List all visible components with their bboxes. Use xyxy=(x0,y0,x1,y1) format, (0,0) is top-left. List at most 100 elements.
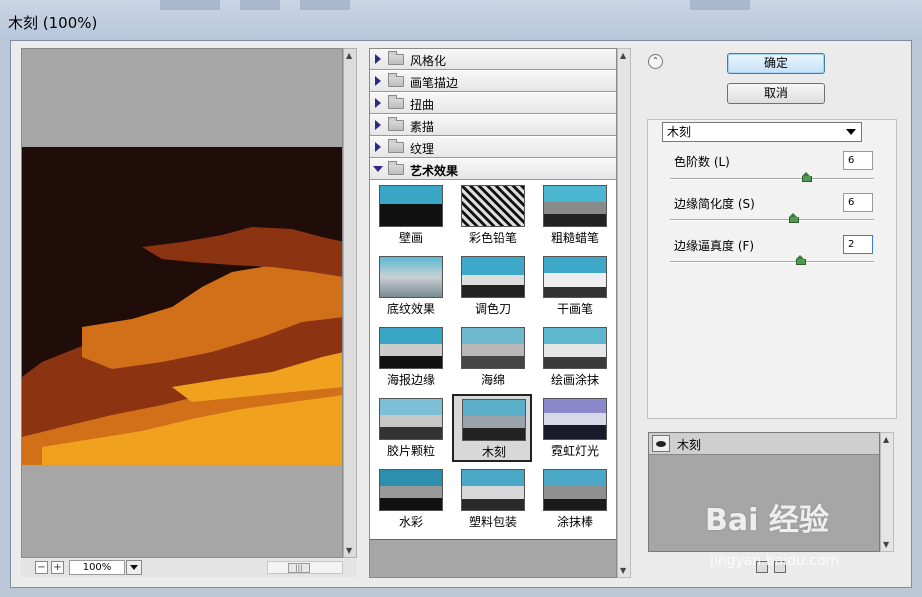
layers-vertical-scrollbar[interactable]: ▲ ▼ xyxy=(880,432,894,552)
watermark-url: jingyan.baidu.com xyxy=(710,553,840,569)
title-bar[interactable]: 木刻 (100%) xyxy=(0,0,922,40)
filter-preview-image xyxy=(461,327,525,369)
slider-knob[interactable] xyxy=(789,213,799,223)
filter-preview-image xyxy=(461,256,525,298)
category-brush-strokes[interactable]: 画笔描边 xyxy=(370,71,616,92)
filter-preview-image xyxy=(462,399,526,441)
zoom-out-button[interactable]: − xyxy=(35,561,48,574)
filter-label: 粗糙蜡笔 xyxy=(550,231,599,245)
collapse-arrow-icon[interactable] xyxy=(373,166,383,172)
category-label: 风格化 xyxy=(410,54,447,68)
expand-arrow-icon[interactable] xyxy=(375,120,381,130)
zoom-field[interactable]: 100% xyxy=(69,560,125,575)
filter-thumb-neon-glow[interactable]: 霓虹灯光 xyxy=(535,395,615,463)
zoom-dropdown-button[interactable] xyxy=(126,560,142,575)
filter-thumb-plastic-wrap[interactable]: 塑料包装 xyxy=(453,466,533,534)
effect-layer-row[interactable]: 木刻 xyxy=(649,433,879,455)
levels-input[interactable]: 6 xyxy=(843,151,873,170)
zoom-in-button[interactable]: + xyxy=(51,561,64,574)
filter-thumb-rough-pastels[interactable]: 粗糙蜡笔 xyxy=(535,182,615,250)
filter-thumb-watercolor[interactable]: 水彩 xyxy=(371,466,451,534)
slider-knob[interactable] xyxy=(796,255,806,265)
scroll-down-icon[interactable]: ▼ xyxy=(346,546,352,555)
filter-label: 彩色铅笔 xyxy=(468,231,517,245)
filter-label: 水彩 xyxy=(398,515,423,529)
slider-knob[interactable] xyxy=(802,172,812,182)
category-sketch[interactable]: 素描 xyxy=(370,115,616,136)
scroll-thumb[interactable]: ||| xyxy=(288,563,310,573)
category-texture[interactable]: 纹理 xyxy=(370,137,616,158)
category-distort[interactable]: 扭曲 xyxy=(370,93,616,114)
levels-slider[interactable] xyxy=(670,172,874,182)
folder-icon xyxy=(388,73,404,87)
scroll-up-icon[interactable]: ▲ xyxy=(620,51,626,60)
edge-simplicity-label: 边缘简化度 (S) xyxy=(674,197,755,211)
collapse-gallery-icon[interactable]: ⌃ xyxy=(648,54,663,69)
gallery-vertical-scrollbar[interactable]: ▲ ▼ xyxy=(617,48,631,578)
edge-fidelity-slider[interactable] xyxy=(670,255,874,265)
filter-label: 干画笔 xyxy=(556,302,593,316)
filter-thumb-poster-edges[interactable]: 海报边缘 xyxy=(371,324,451,392)
edge-fidelity-input[interactable]: 2 xyxy=(843,235,873,254)
cancel-button[interactable]: 取消 xyxy=(727,83,825,104)
filter-label: 底纹效果 xyxy=(386,302,435,316)
levels-label: 色阶数 (L) xyxy=(674,155,730,169)
window-title: 木刻 (100%) xyxy=(8,14,98,32)
edge-simplicity-slider[interactable] xyxy=(670,213,874,223)
filter-thumb-colored-pencil[interactable]: 彩色铅笔 xyxy=(453,182,533,250)
filter-label: 涂抹棒 xyxy=(556,515,593,529)
filter-gallery-list: 风格化 画笔描边 扭曲 素描 纹理 艺术效果 壁画 彩色铅笔 粗糙蜡笔 底纹效果… xyxy=(369,48,617,578)
scroll-down-icon[interactable]: ▼ xyxy=(620,566,626,575)
scroll-down-icon[interactable]: ▼ xyxy=(883,540,889,549)
filter-thumb-smudge-stick[interactable]: 涂抹棒 xyxy=(535,466,615,534)
ok-button[interactable]: 确定 xyxy=(727,53,825,74)
filter-preview-image xyxy=(379,398,443,440)
chevron-down-icon xyxy=(846,129,856,135)
category-artistic[interactable]: 艺术效果 xyxy=(370,159,616,180)
filter-label: 调色刀 xyxy=(474,302,511,316)
folder-icon xyxy=(388,161,404,175)
expand-arrow-icon[interactable] xyxy=(375,54,381,64)
expand-arrow-icon[interactable] xyxy=(375,98,381,108)
scroll-up-icon[interactable]: ▲ xyxy=(346,51,352,60)
filter-thumb-film-grain[interactable]: 胶片颗粒 xyxy=(371,395,451,463)
filter-label: 绘画涂抹 xyxy=(550,373,599,387)
filter-label: 壁画 xyxy=(398,231,423,245)
filter-thumb-cutout[interactable]: 木刻 xyxy=(452,394,532,462)
filter-preview-image xyxy=(543,256,607,298)
filter-label: 海绵 xyxy=(480,373,505,387)
watermark-logo: Bai 经验 xyxy=(705,503,829,538)
filter-thumb-palette-knife[interactable]: 调色刀 xyxy=(453,253,533,321)
title-bar-decoration xyxy=(160,0,220,10)
filter-thumb-sponge[interactable]: 海绵 xyxy=(453,324,533,392)
category-label: 扭曲 xyxy=(410,98,435,112)
filter-settings-panel: 木刻 色阶数 (L) 6 边缘简化度 (S) 6 边缘逼真度 (F) 2 xyxy=(647,119,897,419)
filter-select[interactable]: 木刻 xyxy=(662,122,862,142)
filter-preview-image xyxy=(543,327,607,369)
category-stylize[interactable]: 风格化 xyxy=(370,49,616,70)
category-label: 艺术效果 xyxy=(410,164,459,178)
preview-canvas[interactable] xyxy=(21,48,343,558)
category-label: 画笔描边 xyxy=(410,76,459,90)
filter-label: 海报边缘 xyxy=(386,373,435,387)
expand-arrow-icon[interactable] xyxy=(375,76,381,86)
edge-simplicity-input[interactable]: 6 xyxy=(843,193,873,212)
filter-thumb-paint-daubs[interactable]: 绘画涂抹 xyxy=(535,324,615,392)
filter-label: 霓虹灯光 xyxy=(550,444,599,458)
title-bar-decoration xyxy=(300,0,350,10)
filter-thumb-fresco[interactable]: 壁画 xyxy=(371,182,451,250)
visibility-eye-icon[interactable] xyxy=(652,435,670,452)
filter-preview-image xyxy=(543,469,607,511)
filter-preview-image xyxy=(379,185,443,227)
filter-thumb-dry-brush[interactable]: 干画笔 xyxy=(535,253,615,321)
filter-label: 塑料包装 xyxy=(468,515,517,529)
title-bar-decoration xyxy=(240,0,280,10)
preview-vertical-scrollbar[interactable]: ▲ ▼ xyxy=(343,48,357,558)
filter-preview-image xyxy=(379,256,443,298)
category-label: 素描 xyxy=(410,120,435,134)
expand-arrow-icon[interactable] xyxy=(375,142,381,152)
filter-thumb-underpainting[interactable]: 底纹效果 xyxy=(371,253,451,321)
filter-preview-image xyxy=(379,469,443,511)
scroll-up-icon[interactable]: ▲ xyxy=(883,435,889,444)
preview-horizontal-scrollbar[interactable]: ||| xyxy=(267,561,343,574)
